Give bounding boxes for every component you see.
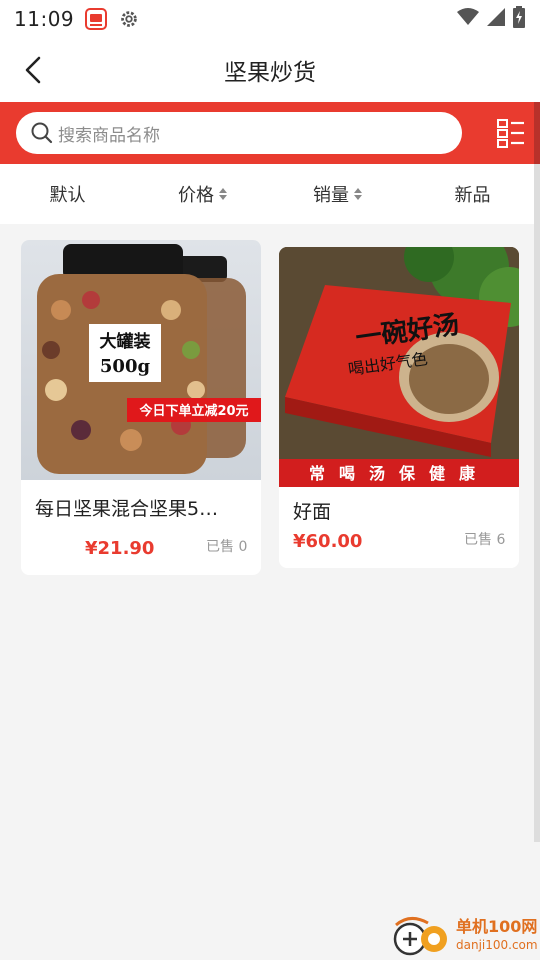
list-grid-toggle-icon bbox=[497, 119, 524, 148]
sort-tab-price[interactable]: 价格 bbox=[135, 181, 270, 207]
search-bar: 搜索商品名称 bbox=[0, 102, 540, 164]
wifi-icon bbox=[456, 7, 480, 31]
product-image: 大罐装 500g 今日下单立减20元 bbox=[21, 240, 261, 480]
image-banner-text: 常喝汤保健康 bbox=[309, 464, 489, 483]
status-bar: 11:09 bbox=[0, 0, 540, 38]
product-image: 一碗好汤 喝出好气色 常喝汤保健康 bbox=[279, 247, 519, 487]
sort-bar: 默认 价格 销量 新品 bbox=[0, 164, 540, 224]
sort-tab-label: 价格 bbox=[178, 185, 214, 206]
image-badge-text: 500g bbox=[100, 356, 151, 377]
sort-tab-new[interactable]: 新品 bbox=[405, 181, 540, 207]
notification-app-icon bbox=[84, 7, 108, 31]
watermark: 单机100网 danji100.com bbox=[388, 915, 538, 957]
sort-tab-label: 默认 bbox=[49, 185, 86, 206]
image-badge-text: 大罐装 bbox=[100, 331, 151, 352]
chevron-left-icon bbox=[25, 56, 41, 84]
settings-gear-icon bbox=[118, 8, 140, 30]
product-price: ¥60.00 bbox=[293, 531, 363, 552]
product-name: 每日坚果混合坚果5… bbox=[35, 498, 219, 520]
product-card[interactable]: 大罐装 500g 今日下单立减20元 每日坚果混合坚果5… ¥21.90 已售 … bbox=[21, 240, 261, 575]
product-card[interactable]: 一碗好汤 喝出好气色 常喝汤保健康 好面 ¥60.00 已售 6 bbox=[279, 247, 519, 568]
signal-icon bbox=[486, 7, 506, 31]
battery-charging-icon bbox=[512, 6, 526, 32]
status-time: 11:09 bbox=[14, 7, 75, 31]
layout-toggle-button[interactable] bbox=[496, 118, 526, 148]
sort-tab-sales[interactable]: 销量 bbox=[270, 181, 405, 207]
sort-tab-default[interactable]: 默认 bbox=[0, 181, 135, 207]
title-bar: 坚果炒货 bbox=[0, 38, 540, 102]
search-icon bbox=[31, 122, 53, 144]
sort-tab-label: 销量 bbox=[313, 185, 349, 206]
watermark-sub-text: danji100.com bbox=[456, 938, 538, 952]
sort-arrows-icon bbox=[219, 188, 227, 200]
product-sold-count: 已售 6 bbox=[464, 532, 506, 548]
watermark-logo-icon bbox=[393, 917, 447, 956]
image-promo-text: 今日下单立减20元 bbox=[138, 403, 248, 419]
search-placeholder: 搜索商品名称 bbox=[58, 125, 160, 146]
product-sold-count: 已售 0 bbox=[206, 539, 248, 555]
sort-arrows-icon bbox=[354, 188, 362, 200]
page-title: 坚果炒货 bbox=[224, 60, 316, 86]
scrollbar-thumb[interactable] bbox=[534, 102, 540, 164]
product-name: 好面 bbox=[293, 501, 332, 523]
scrollbar[interactable] bbox=[534, 102, 540, 842]
product-price: ¥21.90 bbox=[85, 538, 155, 559]
watermark-main-text: 单机100网 bbox=[456, 917, 538, 936]
search-input[interactable]: 搜索商品名称 bbox=[16, 112, 462, 154]
back-button[interactable] bbox=[18, 54, 48, 86]
sort-tab-label: 新品 bbox=[454, 185, 491, 206]
